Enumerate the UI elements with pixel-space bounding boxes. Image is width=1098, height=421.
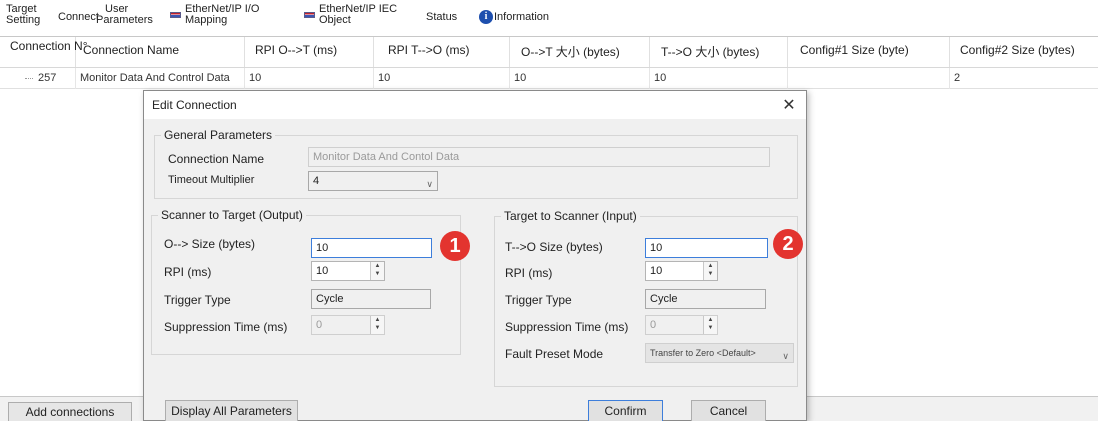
tab-iec-object-line2: Object <box>319 14 351 26</box>
cell-rpi-to: 10 <box>374 68 510 89</box>
cell-rpi-ot: 10 <box>245 68 374 89</box>
tab-user-parameters[interactable]: User Parameters <box>96 4 153 26</box>
input-suppression-label: Suppression Time (ms) <box>505 320 629 334</box>
tab-iec-object-label: EtherNet/IP IEC Object <box>319 4 397 26</box>
output-suppression-value: 0 <box>316 319 323 331</box>
column-header-connection-name[interactable]: Connection Name <box>76 37 245 67</box>
fault-preset-value: Transfer to Zero <Default> <box>650 348 756 358</box>
display-all-parameters-button[interactable]: Display All Parameters >> <box>165 400 298 421</box>
output-group: Scanner to Target (Output) <box>151 208 461 355</box>
fault-preset-label: Fault Preset Mode <box>505 347 604 361</box>
output-suppression-stepper[interactable]: 0 ▲ ▼ <box>311 315 385 335</box>
output-size-field[interactable]: 10 <box>311 238 432 258</box>
tab-target-setting-line2: Setting <box>6 14 41 26</box>
chevron-down-icon: ∨ <box>426 179 433 189</box>
dialog-title-bar: Edit Connection ✕ <box>144 91 806 119</box>
output-legend: Scanner to Target (Output) <box>158 208 306 222</box>
input-legend: Target to Scanner (Input) <box>501 209 640 223</box>
timeout-multiplier-value: 4 <box>313 175 320 187</box>
cell-size-ot: 10 <box>510 68 650 89</box>
output-trigger-field: Cycle <box>311 289 431 309</box>
cell-config1 <box>788 68 950 89</box>
input-suppression-value: 0 <box>650 319 657 331</box>
general-parameters-group: General Parameters <box>154 128 798 199</box>
column-header-config1[interactable]: Config#1 Size (byte) <box>788 37 950 67</box>
column-header-rpi-ot[interactable]: RPI O-->T (ms) <box>245 37 374 67</box>
input-rpi-label: RPI (ms) <box>505 266 553 280</box>
input-suppression-stepper[interactable]: 0 ▲ ▼ <box>645 315 718 335</box>
input-trigger-label: Trigger Type <box>505 293 572 307</box>
input-rpi-stepper[interactable]: 10 ▲ ▼ <box>645 261 718 281</box>
output-trigger-label: Trigger Type <box>164 293 231 307</box>
output-size-label: O--> Size (bytes) <box>164 237 256 251</box>
tree-connector <box>25 78 33 79</box>
tab-io-mapping-label: EtherNet/IP I/O Mapping <box>185 4 259 26</box>
dialog-title: Edit Connection <box>152 98 237 112</box>
tab-connect[interactable]: Connect <box>58 12 99 23</box>
tab-io-mapping-line2: Mapping <box>185 14 228 26</box>
table-row[interactable]: 257 Monitor Data And Control Data 10 10 … <box>0 67 1098 89</box>
spinner-icon[interactable]: ▲ ▼ <box>370 262 384 280</box>
callout-badge-1: 1 <box>440 231 470 261</box>
tab-information-label: Information <box>494 11 550 23</box>
close-icon[interactable]: ✕ <box>780 95 798 115</box>
cell-connection-name: Monitor Data And Control Data <box>76 68 245 89</box>
connection-name-label: Connection Name <box>168 152 265 166</box>
timeout-multiplier-label: Timeout Multiplier <box>168 174 255 186</box>
edit-connection-dialog: Edit Connection ✕ General Parameters Con… <box>143 90 807 421</box>
output-rpi-value: 10 <box>316 265 329 277</box>
tab-target-setting[interactable]: Target Setting <box>6 4 40 26</box>
chevron-down-icon: ∨ <box>782 351 789 361</box>
column-header-rpi-to[interactable]: RPI T-->O (ms) <box>374 37 510 67</box>
ethernet-ip-icon <box>304 12 315 18</box>
cancel-button[interactable]: Cancel <box>691 400 766 421</box>
input-rpi-value: 10 <box>650 265 663 277</box>
cell-config2: 2 <box>954 72 961 84</box>
fault-preset-select[interactable]: Transfer to Zero <Default> ∨ <box>645 343 794 363</box>
cell-connection-no: 257 <box>34 68 76 89</box>
tab-strip: Target Setting Connect User Parameters E… <box>0 0 1098 36</box>
spinner-icon: ▲ ▼ <box>703 316 717 334</box>
input-size-label: T-->O Size (bytes) <box>505 240 603 254</box>
column-header-connection-no[interactable]: Connection N° <box>0 37 88 67</box>
callout-badge-2: 2 <box>773 229 803 259</box>
output-rpi-label: RPI (ms) <box>164 265 212 279</box>
add-connections-button[interactable]: Add connections <box>8 402 132 421</box>
input-size-field[interactable]: 10 <box>645 238 768 258</box>
connection-name-field[interactable]: Monitor Data And Contol Data <box>308 147 770 167</box>
column-header-size-ot[interactable]: O-->T 大小 (bytes) <box>510 37 650 67</box>
confirm-button[interactable]: Confirm <box>588 400 663 421</box>
input-trigger-field: Cycle <box>645 289 766 309</box>
cell-size-to: 10 <box>650 68 788 89</box>
spinner-icon[interactable]: ▲ ▼ <box>703 262 717 280</box>
column-header-size-to[interactable]: T-->O 大小 (bytes) <box>650 37 788 67</box>
ethernet-ip-icon <box>170 12 181 18</box>
tab-status[interactable]: Status <box>426 12 457 23</box>
tab-user-parameters-line2: Parameters <box>96 14 153 26</box>
output-suppression-label: Suppression Time (ms) <box>164 320 288 334</box>
spinner-icon: ▲ ▼ <box>370 316 384 334</box>
column-header-connection-no-label: Connection N° <box>10 39 88 53</box>
timeout-multiplier-select[interactable]: 4 ∨ <box>308 171 438 191</box>
info-icon: i <box>479 10 493 24</box>
output-rpi-stepper[interactable]: 10 ▲ ▼ <box>311 261 385 281</box>
general-parameters-legend: General Parameters <box>161 128 276 142</box>
column-header-config2[interactable]: Config#2 Size (bytes) <box>950 37 1098 67</box>
